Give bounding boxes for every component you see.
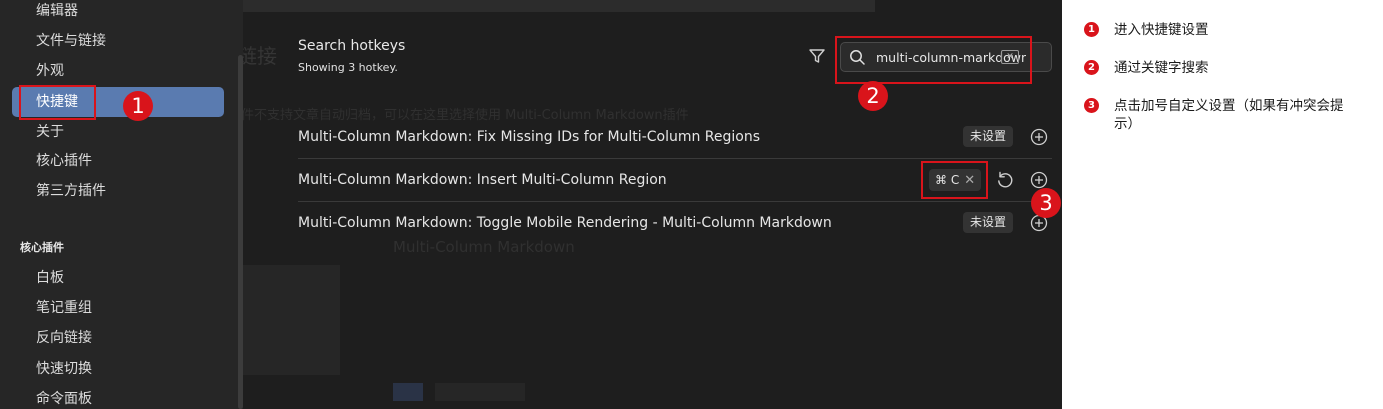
legend-number: 3 bbox=[1084, 98, 1099, 113]
sidebar-section-heading: 核心插件 bbox=[20, 241, 64, 254]
legend-text: 进入快捷键设置 bbox=[1114, 22, 1209, 38]
sidebar-item-command-palette[interactable]: 命令面板 bbox=[12, 384, 224, 409]
annotation-marker-2: 2 bbox=[858, 81, 888, 111]
sidebar-item-appearance[interactable]: 外观 bbox=[12, 56, 224, 86]
hotkeys-title: Search hotkeys bbox=[298, 38, 406, 54]
sidebar-item-core-plugins[interactable]: 核心插件 bbox=[12, 146, 224, 176]
sidebar-item-canvas[interactable]: 白板 bbox=[12, 263, 224, 293]
hotkey-row: Multi-Column Markdown: Toggle Mobile Ren… bbox=[298, 202, 1052, 245]
filter-icon[interactable] bbox=[808, 47, 826, 65]
annotation-box-hotkey bbox=[921, 161, 988, 199]
restore-icon[interactable] bbox=[995, 170, 1015, 190]
legend-item: 3 点击加号自定义设置（如果有冲突会提示） bbox=[1084, 97, 1346, 133]
instructions-legend: 1 进入快捷键设置 2 通过关键字搜索 3 点击加号自定义设置（如果有冲突会提示… bbox=[1062, 0, 1383, 409]
legend-number: 2 bbox=[1084, 60, 1099, 75]
sidebar-item-backlinks[interactable]: 反向链接 bbox=[12, 323, 224, 353]
legend-number: 1 bbox=[1084, 22, 1099, 37]
sidebar-item-note-composer[interactable]: 笔记重组 bbox=[12, 293, 224, 323]
hotkey-command-name: Multi-Column Markdown: Insert Multi-Colu… bbox=[298, 172, 667, 188]
annotation-box-hotkeys-item bbox=[19, 85, 96, 120]
settings-window: 下载文章链接 简介 该插件不支持文章自动归档，可以在这里选择使用 Multi-C… bbox=[0, 0, 1062, 409]
sidebar-item-editor[interactable]: 编辑器 bbox=[12, 0, 224, 26]
plus-circle-icon[interactable] bbox=[1029, 127, 1049, 147]
hotkey-command-name: Multi-Column Markdown: Fix Missing IDs f… bbox=[298, 129, 761, 145]
legend-item: 1 进入快捷键设置 bbox=[1084, 21, 1354, 39]
annotation-marker-1: 1 bbox=[123, 91, 153, 121]
hotkey-unset-badge: 未设置 bbox=[963, 212, 1014, 233]
hotkey-unset-badge: 未设置 bbox=[963, 126, 1014, 147]
annotation-box-search bbox=[835, 36, 1032, 84]
legend-text: 点击加号自定义设置（如果有冲突会提示） bbox=[1114, 98, 1344, 132]
sidebar-item-quick-switcher[interactable]: 快速切换 bbox=[12, 354, 224, 384]
hotkey-command-name: Multi-Column Markdown: Toggle Mobile Ren… bbox=[298, 215, 832, 231]
sidebar-item-about[interactable]: 关于 bbox=[12, 117, 224, 147]
sidebar-item-community-plugins[interactable]: 第三方插件 bbox=[12, 176, 224, 206]
hotkey-row: Multi-Column Markdown: Fix Missing IDs f… bbox=[298, 116, 1052, 159]
legend-item: 2 通过关键字搜索 bbox=[1084, 59, 1354, 77]
annotation-marker-3: 3 bbox=[1031, 188, 1061, 218]
legend-text: 通过关键字搜索 bbox=[1114, 60, 1209, 76]
sidebar-item-files-links[interactable]: 文件与链接 bbox=[12, 26, 224, 56]
settings-sidebar: 编辑器 文件与链接 外观 快捷键 关于 核心插件 第三方插件 核心插件 白板 笔… bbox=[0, 0, 243, 409]
hotkeys-count: Showing 3 hotkey. bbox=[298, 61, 398, 74]
plus-circle-icon[interactable] bbox=[1029, 170, 1049, 190]
